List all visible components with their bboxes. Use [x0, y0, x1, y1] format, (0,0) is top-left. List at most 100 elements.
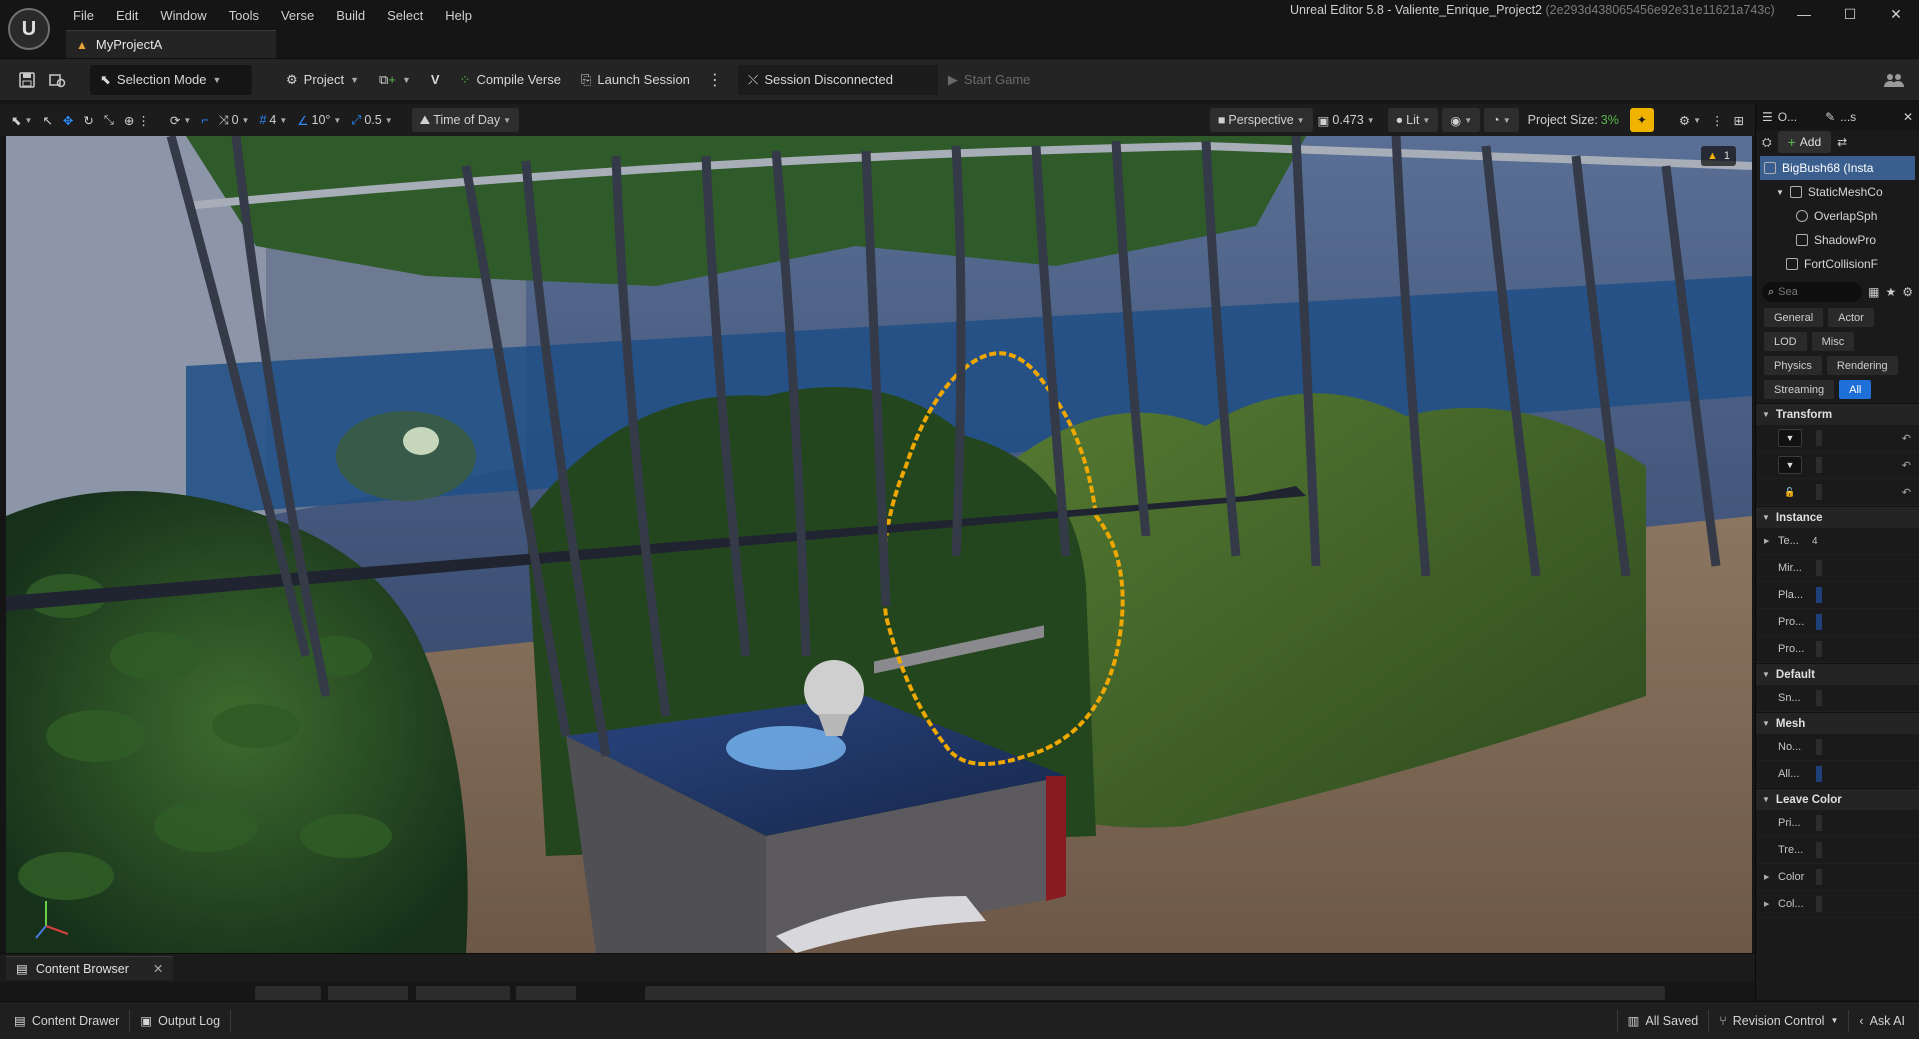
property-row[interactable]: Sn... [1756, 685, 1919, 712]
selection-mode-dropdown[interactable]: ⬉ Selection Mode ▼ [90, 64, 252, 95]
close-button[interactable]: ✕ [1873, 0, 1919, 28]
property-value[interactable] [1816, 641, 1822, 657]
tree-item-overlapsphere[interactable]: OverlapSph [1760, 204, 1915, 228]
reset-icon[interactable]: ↶ [1902, 432, 1911, 445]
property-row[interactable]: Pro... [1756, 636, 1919, 663]
output-log-button[interactable]: ▣ Output Log [130, 1007, 230, 1035]
launch-session-button[interactable]: ⎘ Launch Session [571, 65, 700, 95]
realtime-toggle-icon[interactable]: ✦ [1629, 108, 1654, 132]
property-value[interactable] [1816, 484, 1822, 500]
verse-button[interactable]: V [421, 65, 450, 95]
performance-dropdown[interactable]: ◔ ▼ [1484, 108, 1519, 132]
lock-icon[interactable]: 🔓 [1778, 483, 1802, 501]
source-control-icon[interactable] [42, 65, 72, 95]
property-row[interactable]: ▶ Col... [1756, 891, 1919, 918]
property-value[interactable] [1816, 842, 1822, 858]
translate-tool[interactable]: ✥ [58, 108, 78, 132]
project-dropdown[interactable]: ⚙ Project ▼ [276, 65, 369, 95]
property-row[interactable]: Tre... [1756, 837, 1919, 864]
viewport-layout-icon[interactable]: ⊞ [1729, 108, 1749, 132]
filter-streaming[interactable]: Streaming [1764, 380, 1835, 399]
cb-save-all-button[interactable] [416, 986, 510, 1000]
level-viewport[interactable]: ▲ 1 [6, 136, 1752, 953]
reset-icon[interactable]: ↶ [1902, 486, 1911, 499]
menu-edit[interactable]: Edit [105, 6, 149, 25]
grid-snap-dropdown[interactable]: #4 ▼ [254, 108, 292, 132]
cb-fab-button[interactable] [516, 986, 576, 1000]
tree-item-shadowproxy[interactable]: ShadowPro [1760, 228, 1915, 252]
camera-speed-dropdown[interactable]: ▣ 0.473 ▼ [1313, 108, 1380, 132]
rotation-snap-dropdown[interactable]: ⤨ 0 ▼ [214, 108, 255, 132]
property-value[interactable] [1816, 690, 1822, 706]
property-row[interactable]: No... [1756, 734, 1919, 761]
content-drawer-button[interactable]: ▤ Content Drawer [4, 1007, 129, 1035]
close-icon[interactable]: ✕ [153, 961, 163, 976]
viewport-warning-badge[interactable]: ▲ 1 [1700, 146, 1736, 166]
unreal-logo-icon[interactable]: U [8, 8, 50, 50]
blueprint-icon[interactable]: ⇄ [1837, 135, 1847, 149]
snap-toggle[interactable]: ⌐ [196, 108, 213, 132]
compile-verse-button[interactable]: ⁘ Compile Verse [450, 65, 571, 95]
add-actor-dropdown[interactable]: ⧉+ ▼ [369, 65, 421, 95]
tree-item-fortcollision[interactable]: FortCollisionF [1760, 252, 1915, 276]
view-mode-dropdown[interactable]: ● Lit ▼ [1387, 108, 1439, 132]
property-value[interactable] [1816, 739, 1822, 755]
panel-close-icon[interactable]: ✕ [1903, 110, 1913, 124]
tree-item-staticmesh[interactable]: ▼ StaticMeshCo [1760, 180, 1915, 204]
more-options-icon[interactable]: ⋮ [700, 65, 730, 95]
property-value[interactable] [1816, 896, 1822, 912]
scale-snap-dropdown[interactable]: ⤢ 0.5 ▼ [346, 108, 397, 132]
save-icon[interactable] [12, 65, 42, 95]
cb-path-breadcrumb[interactable] [645, 986, 1665, 1000]
add-component-button[interactable]: + Add [1777, 131, 1832, 153]
perspective-dropdown[interactable]: ■ Perspective ▼ [1209, 108, 1313, 132]
time-of-day-dropdown[interactable]: ⛰ Time of Day ▼ [411, 108, 520, 132]
property-value[interactable] [1816, 869, 1822, 885]
reset-icon[interactable]: ↶ [1902, 459, 1911, 472]
rotate-tool[interactable]: ↻ [78, 108, 98, 132]
section-instance[interactable]: ▼ Instance [1756, 506, 1919, 528]
maximize-button[interactable]: ☐ [1827, 0, 1873, 28]
property-value[interactable] [1816, 815, 1822, 831]
property-value[interactable] [1816, 457, 1822, 473]
viewport-settings-icon[interactable]: ⚙ ▼ [1674, 108, 1706, 132]
rotation-dropdown[interactable]: ▼ [1778, 456, 1802, 474]
show-flags-dropdown[interactable]: ◉ ▼ [1442, 108, 1481, 132]
surface-snap-dropdown[interactable]: ⟳ ▼ [165, 108, 196, 132]
coordinate-space-toggle[interactable]: ⊕ ⋮ [119, 108, 155, 132]
angle-snap-dropdown[interactable]: ∠ 10° ▼ [292, 108, 346, 132]
select-tool-dropdown[interactable]: ⬉ ▼ [6, 108, 37, 132]
property-row[interactable]: Pro... [1756, 609, 1919, 636]
menu-help[interactable]: Help [434, 6, 483, 25]
ask-ai-button[interactable]: ‹ Ask AI [1849, 1007, 1915, 1035]
tree-item-bigbush[interactable]: BigBush68 (Insta [1760, 156, 1915, 180]
property-row[interactable]: ▶ Color [1756, 864, 1919, 891]
property-row[interactable]: ▶ Te... 4 [1756, 528, 1919, 555]
scale-tool[interactable]: ⤡ [99, 108, 119, 132]
section-mesh[interactable]: ▼ Mesh [1756, 712, 1919, 734]
tab-details[interactable]: ✎ ...s [1825, 110, 1856, 124]
location-dropdown[interactable]: ▼ [1778, 429, 1802, 447]
property-value[interactable] [1816, 587, 1822, 603]
menu-window[interactable]: Window [149, 6, 217, 25]
all-saved-indicator[interactable]: ▥ All Saved [1618, 1007, 1709, 1035]
table-view-icon[interactable]: ▦ [1868, 285, 1879, 299]
viewport-more-icon[interactable]: ⋮ [1706, 108, 1729, 132]
property-row[interactable]: All... [1756, 761, 1919, 788]
section-leave-color[interactable]: ▼ Leave Color [1756, 788, 1919, 810]
star-icon[interactable]: ★ [1885, 285, 1896, 299]
cb-import-button[interactable] [328, 986, 408, 1000]
project-tab[interactable]: ▲ MyProjectA [66, 30, 276, 58]
select-tool[interactable]: ↖ [37, 108, 57, 132]
menu-tools[interactable]: Tools [218, 6, 270, 25]
minimize-button[interactable]: — [1781, 0, 1827, 28]
cb-add-button[interactable] [255, 986, 321, 1000]
filter-general[interactable]: General [1764, 308, 1824, 327]
menu-build[interactable]: Build [325, 6, 376, 25]
tab-outliner[interactable]: ☰ O... [1762, 110, 1797, 124]
property-value[interactable] [1816, 614, 1822, 630]
filter-rendering[interactable]: Rendering [1826, 356, 1898, 375]
property-value[interactable] [1816, 766, 1822, 782]
session-status-button[interactable]: ⤬ Session Disconnected [737, 64, 938, 95]
gear-icon[interactable]: ⚙ [1902, 285, 1913, 299]
